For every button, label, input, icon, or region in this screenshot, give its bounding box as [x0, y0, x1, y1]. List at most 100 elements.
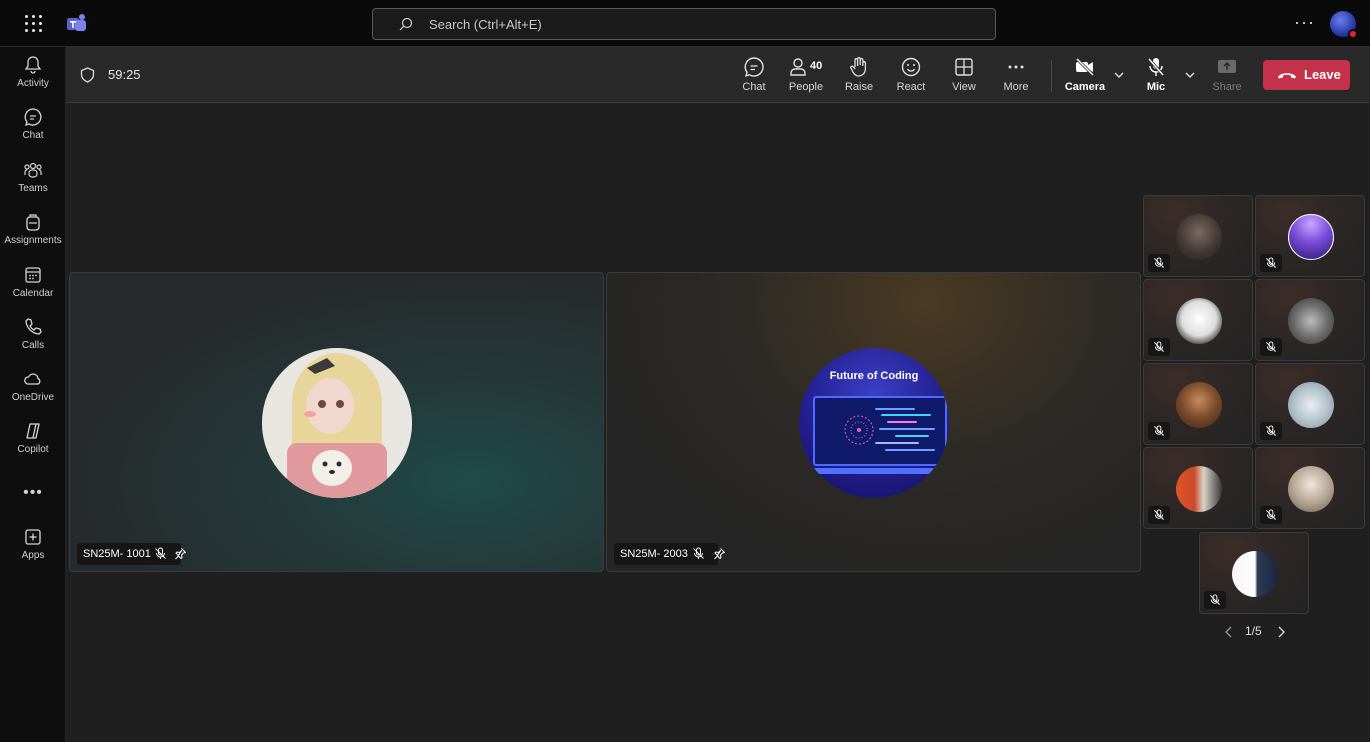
rail-label: Copilot: [17, 444, 49, 455]
mic-off-icon: [155, 547, 166, 559]
more-horizontal-icon: [1008, 65, 1024, 69]
muted-indicator: [1260, 254, 1282, 272]
mic-off-icon: [1154, 341, 1164, 352]
share-button[interactable]: Share: [1201, 56, 1253, 93]
chat-button[interactable]: Chat: [728, 56, 780, 93]
rail-item-onedrive[interactable]: OneDrive: [0, 369, 66, 403]
mic-off-icon: [1266, 341, 1276, 352]
mic-off-icon: [1210, 594, 1220, 605]
participant-avatar: [1232, 551, 1278, 597]
backpack-icon: [26, 214, 40, 231]
mic-off-icon: [1266, 425, 1276, 436]
gallery-tile[interactable]: [1255, 363, 1365, 445]
muted-indicator: [1148, 506, 1170, 524]
rail-item-copilot[interactable]: Copilot: [0, 421, 66, 455]
participant-avatar: [1288, 214, 1334, 260]
chat-label: Chat: [742, 81, 766, 93]
raise-label: Raise: [844, 81, 874, 93]
rail-item-assignments[interactable]: Assignments: [0, 212, 66, 246]
rail-label: Activity: [17, 78, 49, 89]
participant-avatar: [1288, 382, 1334, 428]
participant-name: SN25M- 1001: [83, 548, 151, 560]
pin-icon[interactable]: [713, 547, 726, 560]
search-icon: [399, 17, 413, 31]
react-button[interactable]: React: [885, 56, 937, 93]
muted-indicator: [1260, 422, 1282, 440]
chevron-left-icon[interactable]: [1224, 626, 1234, 638]
camera-label: Camera: [1064, 81, 1106, 93]
gallery-tile[interactable]: [1255, 195, 1365, 277]
participant-tile[interactable]: Future of Coding SN25M- 2003: [606, 272, 1141, 572]
gallery-tile[interactable]: [1255, 447, 1365, 529]
people-button[interactable]: 40 People: [780, 56, 832, 93]
mic-label: Mic: [1146, 81, 1166, 93]
phone-icon: [25, 318, 42, 335]
search-bar[interactable]: Search (Ctrl+Alt+E): [372, 8, 996, 40]
camera-button[interactable]: Camera: [1059, 56, 1111, 93]
more-options-icon[interactable]: ···: [1294, 12, 1315, 33]
rail-item-calls[interactable]: Calls: [0, 317, 66, 351]
add-app-icon: [25, 529, 41, 545]
muted-indicator: [1148, 422, 1170, 440]
raise-hand-button[interactable]: Raise: [833, 56, 885, 93]
participant-name: SN25M- 2003: [620, 548, 688, 560]
gallery-tile[interactable]: [1143, 279, 1253, 361]
gallery-tile[interactable]: [1199, 532, 1309, 614]
calendar-icon: [25, 267, 41, 283]
mic-off-icon: [1154, 425, 1164, 436]
people-label: People: [788, 81, 824, 93]
participant-tile[interactable]: SN25M- 1001: [69, 272, 604, 572]
participant-avatar: [1176, 382, 1222, 428]
mic-off-icon: [693, 547, 704, 559]
bell-icon: [24, 56, 42, 74]
mic-off-icon: [1266, 257, 1276, 268]
rail-label: Calls: [21, 340, 45, 351]
chat-icon: [744, 57, 764, 77]
more-button[interactable]: More: [990, 56, 1042, 93]
meeting-toolbar: 59:25 Chat 40 People Raise React View Mo…: [66, 47, 1370, 103]
rail-item-apps[interactable]: Apps: [0, 527, 66, 561]
rail-item-activity[interactable]: Activity: [0, 55, 66, 89]
profile-avatar[interactable]: [1330, 11, 1358, 39]
muted-indicator: [1260, 338, 1282, 356]
page-indicator: 1/5: [1245, 624, 1262, 638]
rail-label: Chat: [22, 130, 44, 141]
presence-badge: [1348, 29, 1358, 39]
rail-label: Calendar: [12, 288, 54, 299]
radar-graphic: [844, 415, 874, 445]
view-button[interactable]: View: [938, 56, 990, 93]
teams-logo: [67, 14, 86, 31]
gallery-tile[interactable]: [1143, 447, 1253, 529]
gallery-tile[interactable]: [1143, 195, 1253, 277]
shield-icon: [80, 67, 95, 83]
chat-icon: [24, 108, 42, 127]
muted-indicator: [1260, 506, 1282, 524]
more-apps-icon[interactable]: •••: [0, 484, 66, 502]
rail-label: Assignments: [4, 235, 62, 246]
rail-item-teams[interactable]: Teams: [0, 160, 66, 194]
view-label: View: [952, 81, 976, 93]
rail-item-chat[interactable]: Chat: [0, 107, 66, 141]
pin-icon[interactable]: [174, 547, 187, 560]
mic-off-icon: [1154, 257, 1164, 268]
leave-label: Leave: [1304, 67, 1341, 82]
chevron-down-icon[interactable]: [1184, 69, 1196, 81]
leave-button[interactable]: Leave: [1263, 60, 1350, 90]
people-icon: [790, 58, 806, 76]
gallery-tile[interactable]: [1255, 279, 1365, 361]
avatar-image: [262, 348, 412, 498]
laptop-base: [809, 468, 949, 474]
chevron-down-icon[interactable]: [1113, 69, 1125, 81]
chevron-right-icon[interactable]: [1276, 626, 1286, 638]
avatar-caption: Future of Coding: [829, 370, 919, 382]
gallery-tile[interactable]: [1143, 363, 1253, 445]
share-label: Share: [1212, 81, 1242, 93]
muted-indicator: [1148, 338, 1170, 356]
mic-button[interactable]: Mic: [1130, 56, 1182, 93]
copilot-icon: [26, 423, 40, 439]
share-screen-icon: [1218, 60, 1236, 73]
participant-avatar: [262, 348, 412, 498]
app-launcher-icon[interactable]: [25, 15, 43, 33]
rail-item-calendar[interactable]: Calendar: [0, 265, 66, 299]
mic-off-icon: [1154, 509, 1164, 520]
